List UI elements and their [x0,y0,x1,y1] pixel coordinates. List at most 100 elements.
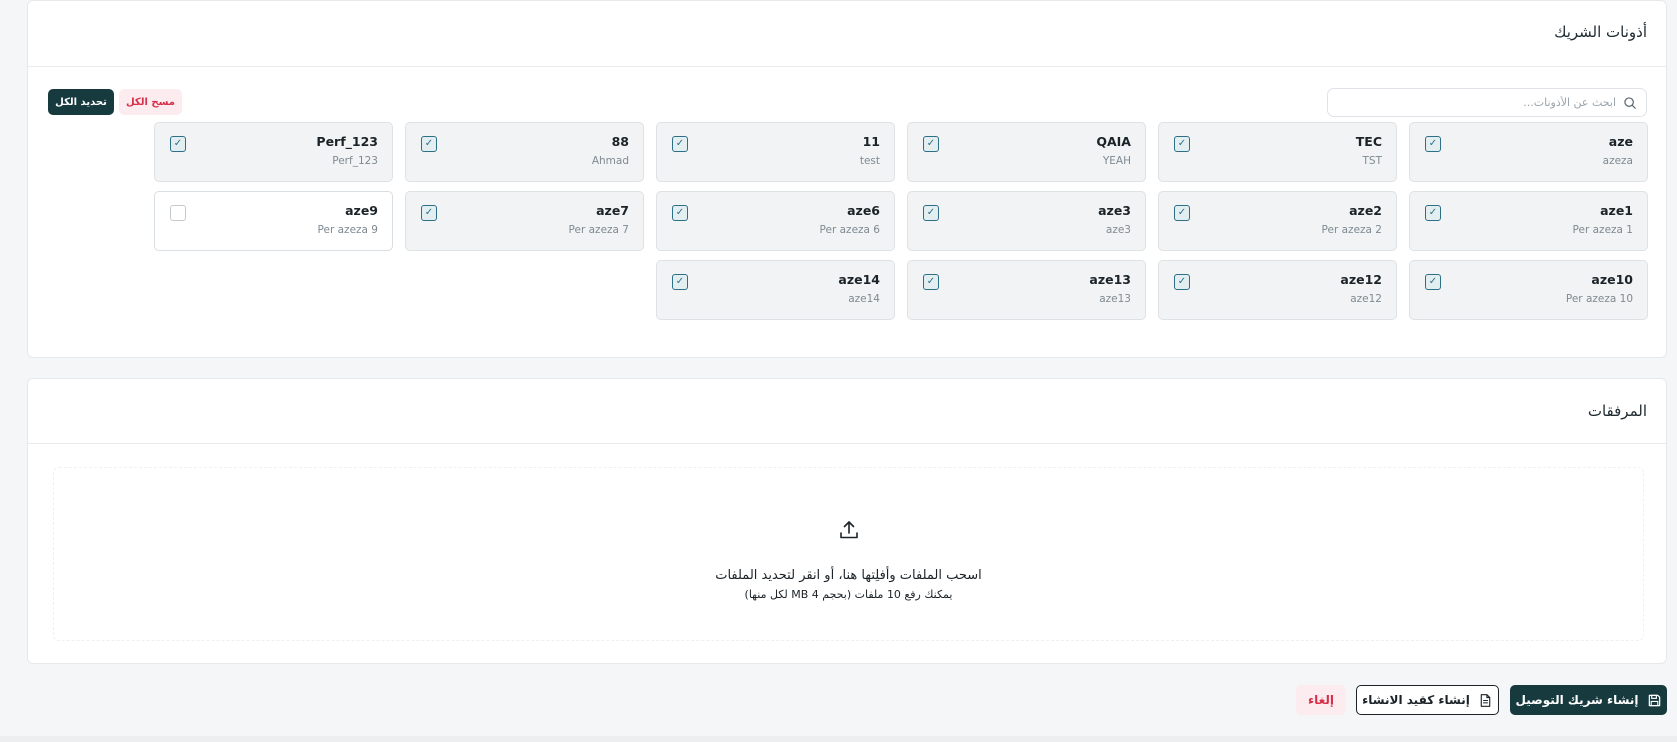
partner-permissions-card: أذونات الشريك مسح الكل تحديد الكل azeaze… [27,0,1667,358]
permission-card[interactable]: TEC TST ✓ [1158,122,1397,182]
permission-description: Per azeza 9 [317,224,378,236]
check-icon: ✓ [1177,207,1187,218]
permission-card[interactable]: QAIA YEAH ✓ [907,122,1146,182]
check-icon: ✓ [173,138,183,149]
save-icon [1648,694,1660,706]
permission-description: Per azeza 10 [1565,293,1633,305]
check-icon: ✓ [926,207,936,218]
check-icon: ✓ [926,276,936,287]
permission-card[interactable]: aze2 Per azeza 2 ✓ [1158,191,1397,251]
permission-checkbox-unchecked[interactable] [170,205,186,221]
permission-name: 11 [862,134,880,149]
create-button-label: إنشاء شريك التوصيل [1515,693,1639,707]
permission-card[interactable]: 11 test ✓ [656,122,895,182]
permission-name: aze1 [1600,203,1633,218]
permission-name: aze6 [847,203,880,218]
permission-description: Per azeza 2 [1321,224,1382,236]
upload-icon [839,521,858,539]
check-icon: ✓ [1177,138,1187,149]
dropzone-title: اسحب الملفات وأفلِتها هنا، أو انقر لتحدي… [715,568,982,583]
permission-checkbox-checked[interactable]: ✓ [1174,274,1190,290]
check-icon: ✓ [1428,276,1438,287]
attachments-card-header: المرفقات [28,379,1666,444]
permission-description: aze13 [1099,293,1131,305]
check-icon: ✓ [1428,138,1438,149]
permission-description: aze14 [848,293,880,305]
permission-checkbox-checked[interactable]: ✓ [170,136,186,152]
permission-description: Per azeza 1 [1572,224,1633,236]
check-icon: ✓ [675,138,685,149]
permission-name: aze3 [1098,203,1131,218]
search-icon [1624,97,1636,109]
permission-name: aze9 [345,203,378,218]
permission-checkbox-checked[interactable]: ✓ [923,136,939,152]
check-icon: ✓ [1177,276,1187,287]
permission-card[interactable]: aze1 Per azeza 1 ✓ [1409,191,1648,251]
permission-checkbox-checked[interactable]: ✓ [421,136,437,152]
create-draft-button[interactable]: إنشاء كقيد الانشاء [1356,685,1499,715]
permission-checkbox-checked[interactable]: ✓ [421,205,437,221]
permission-card[interactable]: aze9 Per azeza 9 [154,191,393,251]
permission-name: aze7 [596,203,629,218]
permissions-title: أذونات الشريك [1554,23,1647,41]
permission-description: aze12 [1350,293,1382,305]
permission-card[interactable]: aze6 Per azeza 6 ✓ [656,191,895,251]
permission-name: 88 [611,134,629,149]
select-all-button[interactable]: تحديد الكل [48,89,114,115]
check-icon: ✓ [424,207,434,218]
permission-checkbox-checked[interactable]: ✓ [672,136,688,152]
document-icon [1480,693,1491,707]
create-delivery-partner-button[interactable]: إنشاء شريك التوصيل [1510,685,1667,715]
file-dropzone[interactable]: اسحب الملفات وأفلِتها هنا، أو انقر لتحدي… [53,467,1644,641]
permissions-search-box[interactable] [1327,88,1647,117]
permission-card[interactable]: aze10 Per azeza 10 ✓ [1409,260,1648,320]
permission-card[interactable]: aze3 aze3 ✓ [907,191,1146,251]
check-icon: ✓ [926,138,936,149]
clear-all-button[interactable]: مسح الكل [119,89,182,115]
dropzone-hint: يمكنك رفع 10 ملفات (بحجم 4 MB لكل منها) [744,588,953,601]
permission-checkbox-checked[interactable]: ✓ [1425,136,1441,152]
permission-description: aze3 [1105,224,1131,236]
permission-checkbox-checked[interactable]: ✓ [672,274,688,290]
permission-card[interactable]: aze azeza ✓ [1409,122,1648,182]
permission-card[interactable]: aze14 aze14 ✓ [656,260,895,320]
permission-card[interactable]: 88 Ahmad ✓ [405,122,644,182]
permission-card[interactable]: aze7 Per azeza 7 ✓ [405,191,644,251]
permission-name: aze10 [1591,272,1633,287]
permission-checkbox-checked[interactable]: ✓ [1425,274,1441,290]
permission-description: azeza [1602,155,1633,167]
permission-description: Perf_123 [332,155,378,167]
permission-description: Per azeza 6 [819,224,880,236]
permission-description: TST [1362,155,1383,167]
permission-checkbox-checked[interactable]: ✓ [923,274,939,290]
permission-card[interactable]: aze13 aze13 ✓ [907,260,1146,320]
permission-checkbox-checked[interactable]: ✓ [1174,136,1190,152]
permissions-search-input[interactable] [1328,89,1646,116]
permission-checkbox-checked[interactable]: ✓ [1425,205,1441,221]
cancel-button[interactable]: إلغاء [1296,685,1346,715]
check-icon: ✓ [675,207,685,218]
page: أذونات الشريك مسح الكل تحديد الكل azeaze… [0,0,1677,742]
permission-description: Per azeza 7 [568,224,629,236]
permission-name: aze14 [838,272,880,287]
permission-name: aze12 [1340,272,1382,287]
permissions-card-header: أذونات الشريك [28,1,1666,67]
check-icon: ✓ [424,138,434,149]
permission-name: TEC [1355,134,1382,149]
permission-checkbox-checked[interactable]: ✓ [923,205,939,221]
draft-button-label: إنشاء كقيد الانشاء [1362,693,1470,707]
permission-card[interactable]: Perf_123 Perf_123 ✓ [154,122,393,182]
permission-name: Perf_123 [316,134,378,149]
permission-checkbox-checked[interactable]: ✓ [672,205,688,221]
permission-name: QAIA [1096,134,1131,149]
permission-name: aze2 [1349,203,1382,218]
permission-card[interactable]: aze12 aze12 ✓ [1158,260,1397,320]
permission-description: Ahmad [591,155,629,167]
page-bottom-edge [0,736,1677,742]
check-icon: ✓ [675,276,685,287]
permission-description: YEAH [1102,155,1131,167]
permission-checkbox-checked[interactable]: ✓ [1174,205,1190,221]
permission-name: aze [1608,134,1633,149]
permission-name: aze13 [1089,272,1131,287]
attachments-card: المرفقات اسحب الملفات وأفلِتها هنا، أو ا… [27,378,1667,664]
